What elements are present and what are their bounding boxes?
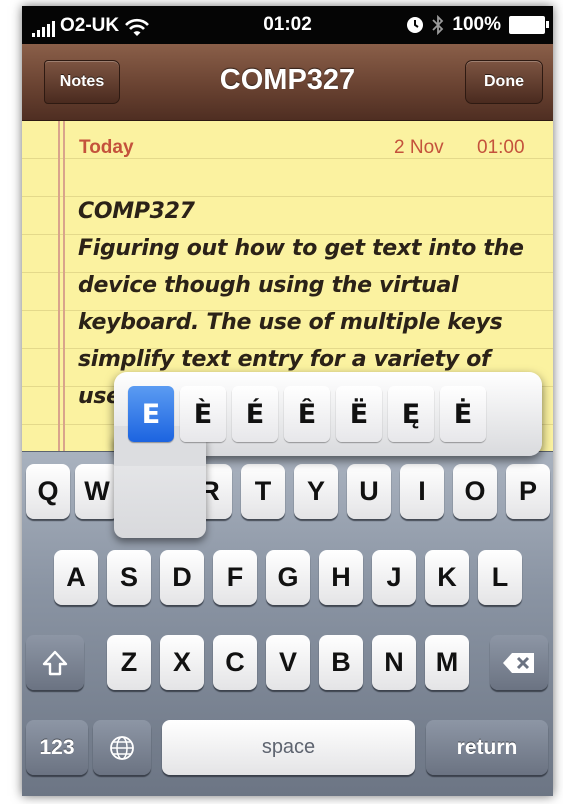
key-j[interactable]: J [372,550,416,605]
key-o[interactable]: O [453,464,497,519]
accent-option[interactable]: Ê [284,386,330,442]
key-n[interactable]: N [372,635,416,690]
note-day: Today [79,137,134,158]
phone-screen: O2-UK 01:02 100% Notes COMP327 Done Toda… [22,6,553,796]
virtual-keyboard: Q W R T Y U I O P A S D F G H J K L Z X … [22,451,553,796]
key-c[interactable]: C [213,635,257,690]
key-g[interactable]: G [266,550,310,605]
key-b[interactable]: B [319,635,363,690]
margin-line [58,121,60,451]
globe-key[interactable] [93,720,151,775]
key-m[interactable]: M [425,635,469,690]
accent-option-selected[interactable]: E [128,386,174,442]
accent-option[interactable]: É [232,386,278,442]
accent-option[interactable]: È [180,386,226,442]
note-line: Figuring out how to get text into the [78,236,524,261]
shift-key[interactable] [26,635,84,690]
note-line: device though using the virtual [78,273,459,298]
navigation-bar: Notes COMP327 Done [22,44,553,121]
alarm-icon [407,17,424,33]
key-w[interactable]: W [75,464,119,519]
key-q[interactable]: Q [26,464,70,519]
bluetooth-icon [432,15,444,35]
key-a[interactable]: A [54,550,98,605]
key-t[interactable]: T [241,464,285,519]
key-d[interactable]: D [160,550,204,605]
note-line: keyboard. The use of multiple keys [78,310,503,335]
accent-option[interactable]: Ę [388,386,434,442]
space-key[interactable]: space [162,720,415,775]
accent-option[interactable]: Ė [440,386,486,442]
numbers-key[interactable]: 123 [26,720,88,775]
battery-percent: 100% [452,14,501,35]
delete-icon [503,652,534,673]
done-button[interactable]: Done [465,60,543,104]
key-y[interactable]: Y [294,464,338,519]
key-x[interactable]: X [160,635,204,690]
globe-icon [110,735,134,760]
key-l[interactable]: L [478,550,522,605]
note-date: 2 Nov [394,137,444,158]
key-u[interactable]: U [347,464,391,519]
key-p[interactable]: P [506,464,550,519]
delete-key[interactable] [490,635,548,690]
note-line: COMP327 [78,199,195,224]
key-z[interactable]: Z [107,635,151,690]
key-i[interactable]: I [400,464,444,519]
shift-icon [42,650,68,675]
key-v[interactable]: V [266,635,310,690]
accent-option[interactable]: Ë [336,386,382,442]
margin-line [63,121,65,451]
key-s[interactable]: S [107,550,151,605]
return-key[interactable]: return [426,720,548,775]
status-bar: O2-UK 01:02 100% [22,6,553,44]
battery-icon [509,16,549,34]
key-h[interactable]: H [319,550,363,605]
note-time: 01:00 [477,137,525,158]
key-f[interactable]: F [213,550,257,605]
key-k[interactable]: K [425,550,469,605]
